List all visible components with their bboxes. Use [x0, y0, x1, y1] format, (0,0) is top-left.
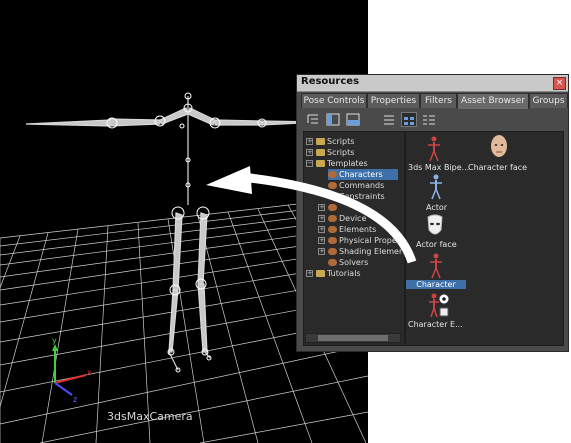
- expand-icon[interactable]: +: [318, 204, 325, 211]
- folder-icon: [316, 160, 325, 167]
- tree-item-scripts-2[interactable]: + Scripts: [306, 147, 354, 158]
- tree-item-label: Scripts: [327, 148, 355, 157]
- tab-asset-browser[interactable]: Asset Browser: [457, 93, 529, 109]
- asset-label-character[interactable]: Character: [406, 280, 466, 289]
- character-face-icon[interactable]: [490, 134, 508, 160]
- tree-item-label: Commands: [339, 181, 385, 190]
- expand-icon[interactable]: +: [306, 138, 313, 145]
- expand-icon[interactable]: +: [318, 215, 325, 222]
- asset-label-actor-face[interactable]: Actor face: [416, 240, 457, 249]
- tree-view-icon[interactable]: [305, 112, 321, 127]
- tree-item-shading-elements[interactable]: + Shading Elemer: [318, 246, 402, 257]
- axis-z-label: z: [73, 395, 77, 404]
- tab-pose-controls[interactable]: Pose Controls: [301, 93, 367, 108]
- expand-icon[interactable]: +: [306, 270, 313, 277]
- folder-tree[interactable]: + Scripts + Scripts − Templates Characte…: [303, 131, 405, 346]
- actor-face-icon[interactable]: [426, 214, 444, 238]
- camera-label: 3dsMaxCamera: [107, 410, 193, 423]
- window-title: Resources: [301, 76, 360, 87]
- asset-label-actor[interactable]: Actor: [426, 203, 447, 212]
- resources-window[interactable]: Resources × Pose Controls Properties Fil…: [296, 74, 569, 352]
- character-icon: [328, 259, 337, 266]
- skeleton-joints: [106, 92, 267, 373]
- tree-item-characters[interactable]: Characters: [328, 169, 398, 180]
- detail-view-icon[interactable]: [421, 112, 437, 127]
- asset-label-biped[interactable]: 3ds Max Bipe...: [408, 163, 469, 172]
- actor-icon[interactable]: [428, 174, 444, 200]
- tree-item-elements[interactable]: + Elements: [318, 224, 376, 235]
- character-icon: [328, 215, 337, 222]
- axis-y-label: y: [52, 336, 57, 345]
- tree-item-label: Shading Elemer: [339, 247, 403, 256]
- tree-item-label: Characters: [339, 170, 383, 179]
- character-icon[interactable]: [428, 253, 444, 279]
- tree-item-constraints[interactable]: Constraints: [328, 191, 385, 202]
- list-view-icon[interactable]: [381, 112, 397, 127]
- split-vertical-icon[interactable]: [325, 112, 341, 127]
- window-titlebar[interactable]: Resources ×: [297, 75, 568, 92]
- tree-item-physical-properties[interactable]: + Physical Proper: [318, 235, 400, 246]
- tree-item-label: Device: [339, 214, 367, 223]
- tree-item-scripts[interactable]: + Scripts: [306, 136, 354, 147]
- split-horizontal-icon[interactable]: [345, 112, 361, 127]
- tab-groups[interactable]: Groups: [529, 93, 568, 108]
- folder-icon: [316, 270, 325, 277]
- tree-item-devices[interactable]: + Device: [318, 213, 366, 224]
- scrollbar-thumb[interactable]: [318, 335, 388, 341]
- tree-item-label: Constraints: [339, 192, 385, 201]
- tree-item-templates[interactable]: − Templates: [306, 158, 368, 169]
- tree-scrollbar[interactable]: [305, 333, 401, 343]
- tab-filters[interactable]: Filters: [420, 93, 457, 108]
- character-icon: [328, 237, 337, 244]
- tree-item-label: Physical Proper: [339, 236, 401, 245]
- close-icon[interactable]: ×: [553, 77, 566, 90]
- character-icon: [328, 193, 337, 200]
- tree-item-label: Scripts: [327, 137, 355, 146]
- character-icon: [328, 248, 337, 255]
- tree-item-hidden[interactable]: +: [318, 202, 339, 213]
- asset-label-character-face[interactable]: Character face: [468, 163, 527, 172]
- axis-x-label: x: [87, 368, 92, 377]
- tree-item-tutorials[interactable]: + Tutorials: [306, 268, 361, 279]
- character-icon: [328, 226, 337, 233]
- browser-toolbar: [301, 111, 564, 129]
- expand-icon[interactable]: +: [318, 248, 325, 255]
- character-extension-icon[interactable]: [426, 292, 452, 318]
- folder-icon: [316, 149, 325, 156]
- tree-item-label: Elements: [339, 225, 377, 234]
- asset-label-character-extension[interactable]: Character E...: [408, 320, 463, 329]
- asset-grid[interactable]: 3ds Max Bipe... Character face Actor Act…: [405, 131, 564, 346]
- tree-item-label: Tutorials: [327, 269, 361, 278]
- expand-icon[interactable]: +: [318, 226, 325, 233]
- expand-icon[interactable]: +: [318, 237, 325, 244]
- tree-item-label: Solvers: [339, 258, 369, 267]
- character-icon: [328, 182, 337, 189]
- tree-item-solvers[interactable]: Solvers: [328, 257, 368, 268]
- folder-icon: [316, 138, 325, 145]
- tab-bar: Pose Controls Properties Filters Asset B…: [301, 93, 568, 109]
- tree-item-commands[interactable]: Commands: [328, 180, 384, 191]
- tree-item-label: Templates: [327, 159, 368, 168]
- icon-view-icon[interactable]: [401, 112, 417, 127]
- tab-properties[interactable]: Properties: [367, 93, 420, 108]
- character-icon: [328, 171, 337, 178]
- biped-icon[interactable]: [426, 136, 442, 162]
- collapse-icon[interactable]: −: [306, 160, 313, 167]
- character-icon: [328, 204, 337, 211]
- expand-icon[interactable]: +: [306, 149, 313, 156]
